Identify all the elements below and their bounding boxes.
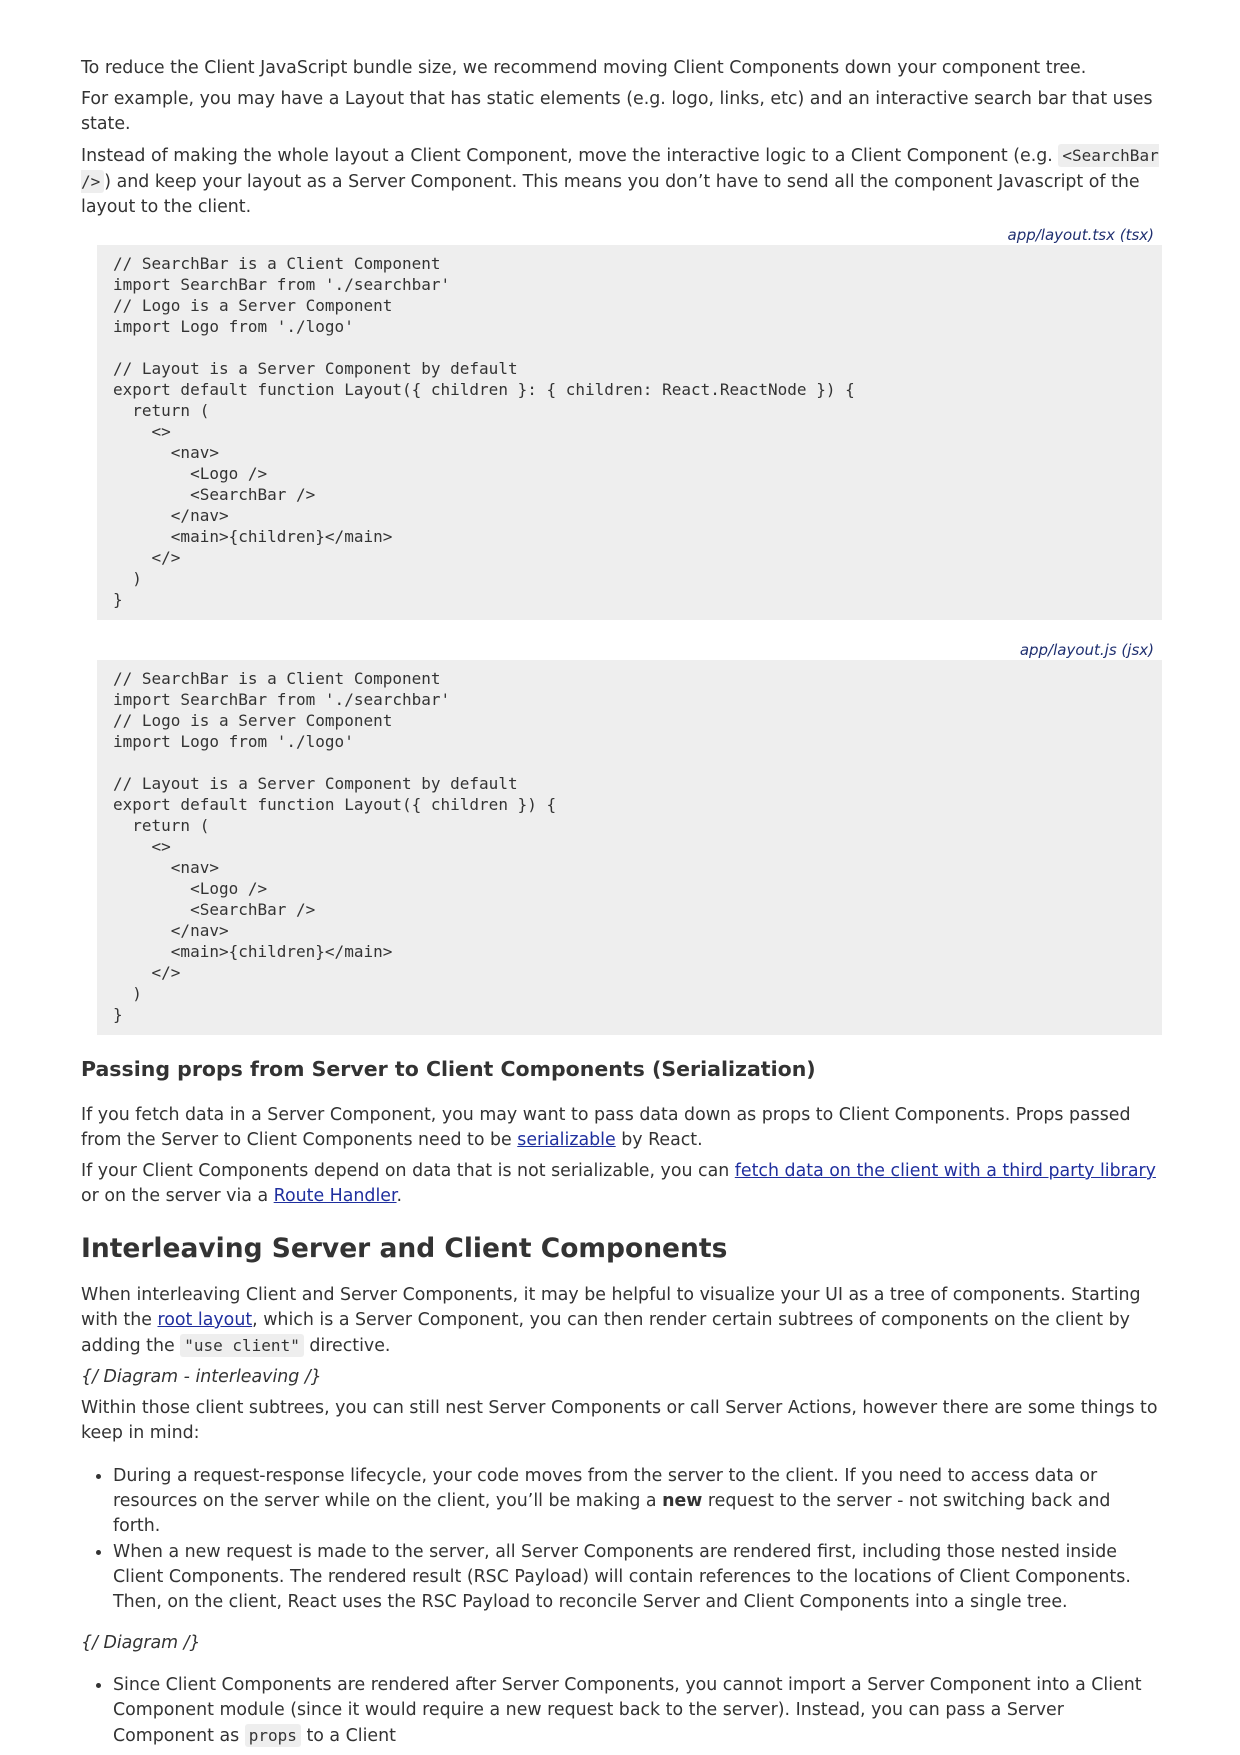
- intro-paragraph-2: For example, you may have a Layout that …: [81, 89, 1153, 134]
- interleaving-bullet-list-2: Since Client Components are rendered aft…: [81, 1672, 1162, 1749]
- interleaving-heading: Interleaving Server and Client Component…: [81, 1233, 728, 1264]
- document-page: To reduce the Client JavaScript bundle s…: [0, 0, 1240, 1755]
- props-p2-text-b: or on the server via a: [81, 1186, 274, 1206]
- code-caption-tsx: app/layout.tsx (tsx): [1007, 226, 1154, 244]
- intro-paragraph-1: To reduce the Client JavaScript bundle s…: [81, 58, 1087, 78]
- list-item: Since Client Components are rendered aft…: [113, 1672, 1162, 1749]
- fetch-data-client-link[interactable]: fetch data on the client with a third pa…: [735, 1161, 1156, 1181]
- use-client-inline-code: "use client": [180, 1334, 304, 1357]
- serializable-link[interactable]: serializable: [517, 1130, 615, 1150]
- props-paragraph-1: If you fetch data in a Server Component,…: [81, 1103, 1162, 1153]
- props-section-heading: Passing props from Server to Client Comp…: [81, 1057, 816, 1081]
- root-layout-link[interactable]: root layout: [158, 1310, 253, 1330]
- intro-paragraph-3: Instead of making the whole layout a Cli…: [81, 143, 1162, 220]
- bullet1-bold: new: [662, 1491, 703, 1511]
- interleaving-paragraph-1: When interleaving Client and Server Comp…: [81, 1283, 1162, 1359]
- props-p2-text-a: If your Client Components depend on data…: [81, 1161, 735, 1181]
- props-paragraph-2: If your Client Components depend on data…: [81, 1159, 1162, 1209]
- list-item: When a new request is made to the server…: [113, 1539, 1162, 1615]
- route-handler-link[interactable]: Route Handler: [274, 1186, 397, 1206]
- props-p1-text-b: by React.: [615, 1130, 703, 1150]
- interleaving-bullet-list-1: During a request-response lifecycle, you…: [81, 1463, 1162, 1615]
- props-inline-code: props: [244, 1724, 301, 1747]
- interleaving-p1-text-c: directive.: [303, 1336, 391, 1356]
- diagram-placeholder: {/ Diagram /}: [81, 1633, 201, 1653]
- code-caption-jsx: app/layout.js (jsx): [1019, 641, 1154, 659]
- code-block-jsx: // SearchBar is a Client Component impor…: [97, 660, 1162, 1035]
- bullet3-text-b: to a Client: [300, 1726, 396, 1746]
- list-item: During a request-response lifecycle, you…: [113, 1463, 1162, 1539]
- diagram-placeholder-interleaving: {/ Diagram - interleaving /}: [81, 1367, 322, 1387]
- intro-p3-text-a: Instead of making the whole layout a Cli…: [81, 146, 1059, 166]
- interleaving-paragraph-2: Within those client subtrees, you can st…: [81, 1398, 1158, 1443]
- code-block-tsx: // SearchBar is a Client Component impor…: [97, 245, 1162, 620]
- document-content: To reduce the Client JavaScript bundle s…: [81, 56, 1162, 1749]
- intro-p3-text-b: ) and keep your layout as a Server Compo…: [81, 172, 1140, 217]
- props-p2-text-c: .: [396, 1186, 403, 1206]
